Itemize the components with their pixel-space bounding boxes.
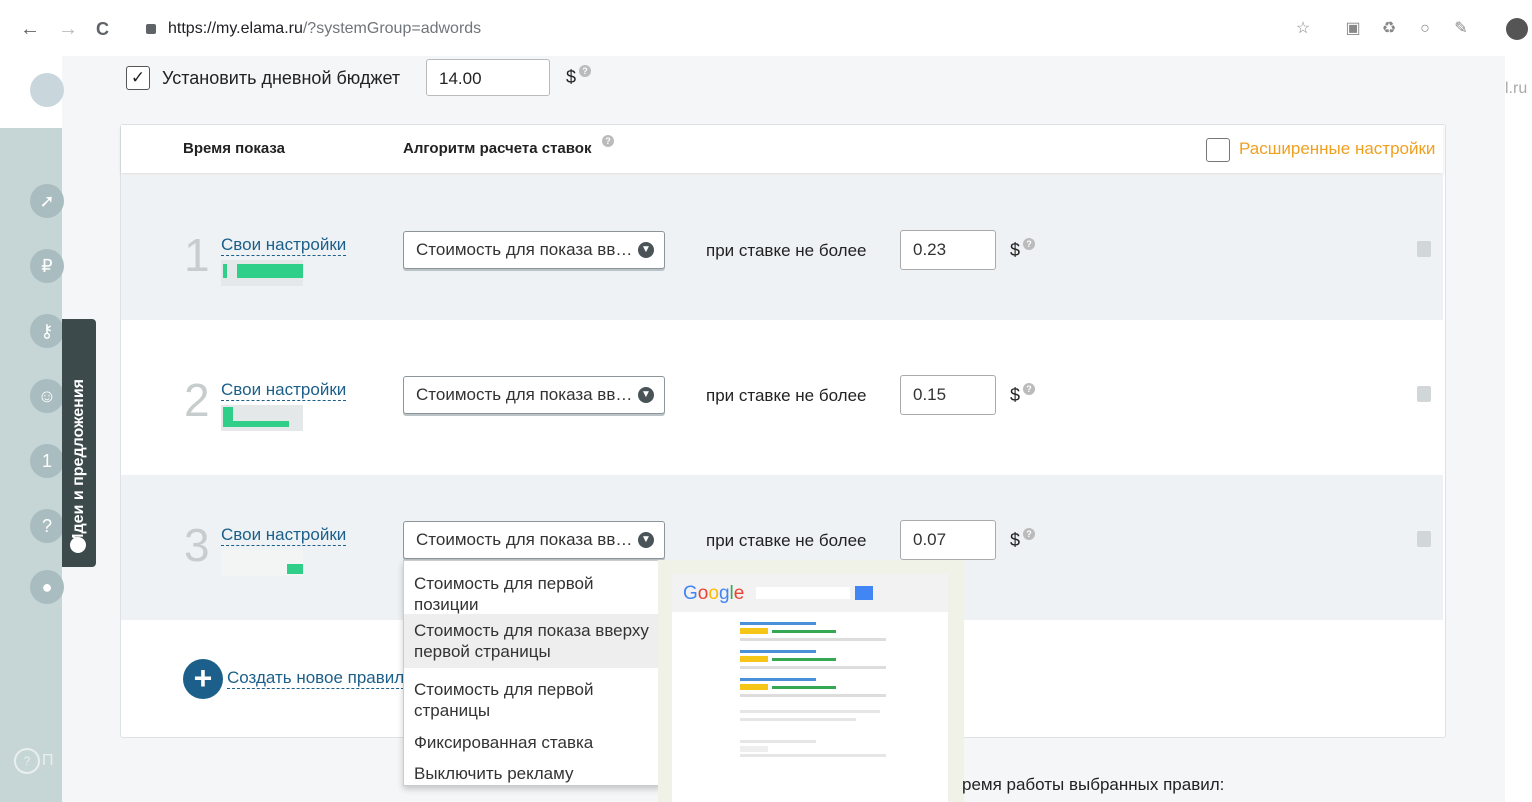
advanced-settings-label[interactable]: Расширенные настройки xyxy=(1239,139,1435,159)
daily-budget-checkbox[interactable]: ✓ xyxy=(126,66,150,90)
daily-budget-input[interactable]: 14.00 xyxy=(426,59,550,96)
dropdown-option-first-page[interactable]: Стоимость для первой страницы xyxy=(404,673,660,727)
schedule-thumbnail xyxy=(221,260,303,286)
rocket-icon[interactable]: ➚ xyxy=(30,184,64,218)
chat-icon xyxy=(70,537,86,553)
dropdown-option-disable-ads[interactable]: Выключить рекламу xyxy=(404,757,660,790)
help-icon[interactable]: ? xyxy=(30,509,64,543)
dropdown-option-top-of-page[interactable]: Стоимость для показа вверху первой стран… xyxy=(404,614,660,668)
trash-icon[interactable] xyxy=(1417,241,1431,257)
profile-avatar[interactable] xyxy=(1506,18,1528,40)
dropdown-option-fixed-bid[interactable]: Фиксированная ставка xyxy=(404,726,660,759)
bid-currency: $ xyxy=(1010,530,1021,550)
extension-s-icon[interactable]: ▣ xyxy=(1344,20,1362,38)
row-number: 1 xyxy=(184,229,210,281)
row-number: 2 xyxy=(184,374,210,426)
trash-icon[interactable] xyxy=(1417,386,1431,402)
preview-search-button xyxy=(855,586,873,600)
bid-currency: $ xyxy=(1010,240,1021,260)
max-bid-label: при ставке не более xyxy=(706,241,867,260)
sidebar-bottom-label: П xyxy=(42,752,54,769)
bid-algorithm-select[interactable]: Стоимость для показа вв… ▼ xyxy=(403,521,665,559)
extension-recycle-icon[interactable]: ♻ xyxy=(1380,20,1398,38)
bid-algorithm-dropdown: Стоимость для первой позиции Стоимость д… xyxy=(403,560,661,786)
budget-currency: $ xyxy=(566,67,577,87)
chevron-down-icon: ▼ xyxy=(638,387,654,403)
advanced-settings-checkbox[interactable] xyxy=(1206,138,1230,162)
back-icon[interactable]: ← xyxy=(20,17,40,41)
help-icon[interactable]: ? xyxy=(1023,528,1035,540)
google-logo: Google xyxy=(683,583,745,604)
preview-search-input xyxy=(756,587,850,599)
help-icon[interactable]: ? xyxy=(579,65,591,77)
bid-currency: $ xyxy=(1010,385,1021,405)
chevron-down-icon: ▼ xyxy=(638,242,654,258)
right-edge-strip: l.ru xyxy=(1505,56,1532,130)
add-rule-plus-icon[interactable]: + xyxy=(183,659,223,699)
lightbulb-icon[interactable]: ? xyxy=(14,748,40,774)
forward-icon[interactable]: → xyxy=(58,17,78,41)
max-bid-input[interactable]: 0.23 xyxy=(900,230,996,270)
select-value: Стоимость для показа вв… xyxy=(416,385,633,404)
user-icon[interactable]: ● xyxy=(30,570,64,604)
select-value: Стоимость для показа вв… xyxy=(416,240,633,259)
ideas-feedback-tab[interactable]: Идеи и предложения xyxy=(62,319,96,567)
max-bid-label: при ставке не более xyxy=(706,531,867,550)
chevron-down-icon: ▼ xyxy=(638,532,654,548)
reload-icon[interactable]: C xyxy=(96,17,109,41)
number-one-icon[interactable]: 1 xyxy=(30,444,64,478)
rules-footer-text: ремя работы выбранных правил: xyxy=(962,775,1225,794)
max-bid-input[interactable]: 0.15 xyxy=(900,375,996,415)
ruble-icon[interactable]: ₽ xyxy=(30,249,64,283)
key-icon[interactable]: ⚷ xyxy=(30,314,64,348)
bid-algorithm-select[interactable]: Стоимость для показа вв… ▼ xyxy=(403,231,665,269)
right-edge-text: l.ru xyxy=(1505,80,1528,97)
column-header-time: Время показа xyxy=(183,140,286,157)
own-settings-link[interactable]: Свои настройки xyxy=(221,525,347,546)
app-sidebar xyxy=(0,56,62,802)
dropdown-option-first-position[interactable]: Стоимость для первой позиции xyxy=(404,567,660,621)
schedule-thumbnail xyxy=(221,550,303,576)
extension-circle-icon[interactable]: ○ xyxy=(1416,20,1434,38)
max-bid-label: при ставке не более xyxy=(706,386,867,405)
url-path: /?systemGroup=adwords xyxy=(302,20,482,37)
extension-tool-icon[interactable]: ✎ xyxy=(1452,20,1470,38)
own-settings-link[interactable]: Свои настройки xyxy=(221,380,347,401)
url-host: https://my.elama.ru xyxy=(168,20,303,37)
app-logo-icon[interactable] xyxy=(30,73,64,107)
row-number: 3 xyxy=(184,519,210,571)
trash-icon[interactable] xyxy=(1417,531,1431,547)
help-icon[interactable]: ? xyxy=(1023,238,1035,250)
own-settings-link[interactable]: Свои настройки xyxy=(221,235,347,256)
lock-icon xyxy=(146,24,156,34)
owl-icon[interactable]: ☺ xyxy=(30,379,64,413)
preview-ad-block xyxy=(740,622,890,772)
help-icon[interactable]: ? xyxy=(1023,383,1035,395)
bookmark-star-icon[interactable]: ☆ xyxy=(1294,20,1312,38)
ideas-feedback-label: Идеи и предложения xyxy=(70,379,87,545)
url-text[interactable]: https://my.elama.ru/?systemGroup=adwords xyxy=(168,20,481,38)
schedule-thumbnail xyxy=(221,405,303,431)
help-icon[interactable]: ? xyxy=(602,135,614,147)
column-header-algorithm: Алгоритм расчета ставок xyxy=(403,140,592,157)
bid-algorithm-select[interactable]: Стоимость для показа вв… ▼ xyxy=(403,376,665,414)
max-bid-input[interactable]: 0.07 xyxy=(900,520,996,560)
daily-budget-label: Установить дневной бюджет xyxy=(162,68,401,88)
select-value: Стоимость для показа вв… xyxy=(416,530,633,549)
create-rule-link[interactable]: Создать новое правило xyxy=(227,668,414,689)
